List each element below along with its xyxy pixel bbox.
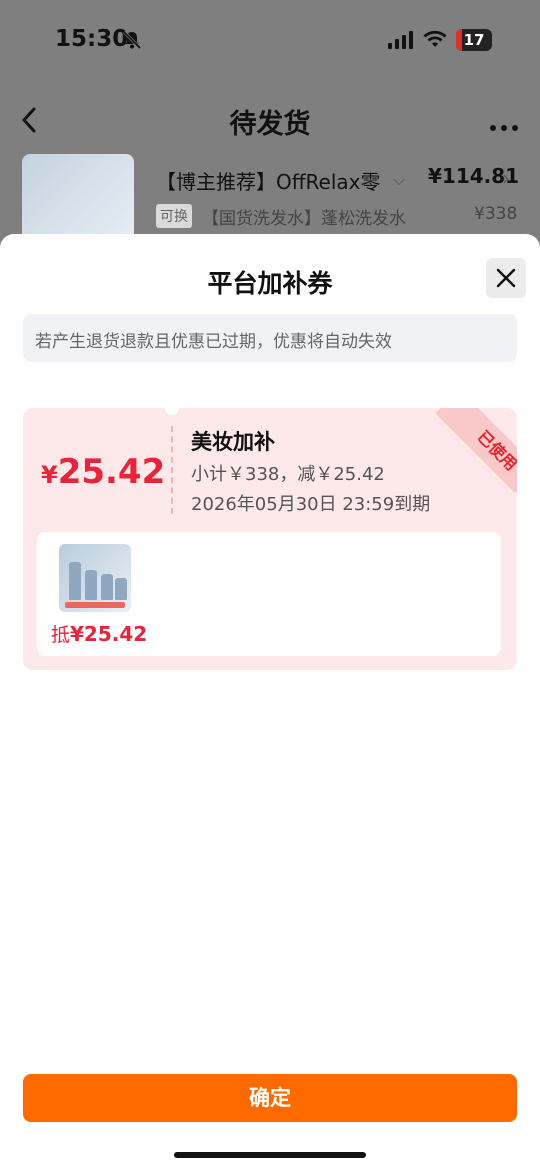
- coupon-product-image: [59, 544, 131, 612]
- more-options-icon[interactable]: [490, 116, 523, 135]
- coupon-notch: [165, 408, 179, 415]
- close-button[interactable]: [486, 258, 526, 298]
- sheet-title: 平台加补券: [207, 269, 333, 298]
- order-product-title: 【博主推荐】OffRelax零: [156, 170, 381, 194]
- used-stamp-label: 已使用: [435, 408, 517, 492]
- notice-text: 若产生退货退款且优惠已过期，优惠将自动失效: [35, 332, 392, 352]
- coupon-sheet: 平台加补券 若产生退货退款且优惠已过期，优惠将自动失效 ¥25.42 美妆加补 …: [0, 234, 540, 1170]
- silent-bell-icon: [122, 30, 142, 50]
- cellular-signal-icon: [388, 31, 413, 49]
- wifi-icon: [423, 30, 447, 47]
- coupon-deduct-amount: 抵¥25.42: [51, 620, 147, 647]
- close-icon: [496, 268, 516, 288]
- nav-bar: 待发货: [0, 92, 540, 148]
- coupon-product-list: 抵¥25.42: [37, 532, 501, 656]
- coupon-amount: ¥25.42: [41, 452, 165, 492]
- coupon-card[interactable]: ¥25.42 美妆加补 小计￥338，减￥25.42 2026年05月30日 2…: [23, 408, 517, 670]
- order-item[interactable]: 【博主推荐】OffRelax零 ⌵ ¥114.81 › 可换 【国货洗发水】蓬松…: [0, 152, 540, 244]
- notice-banner: 若产生退货退款且优惠已过期，优惠将自动失效: [23, 314, 517, 362]
- status-time: 15:30: [55, 26, 129, 52]
- order-sub-price: ¥338: [474, 204, 518, 224]
- coupon-currency: ¥: [41, 461, 58, 489]
- coupon-subtotal: 小计￥338，减￥25.42: [191, 464, 385, 485]
- coupon-expire: 2026年05月30日 23:59到期: [191, 494, 431, 515]
- home-indicator: [174, 1152, 366, 1158]
- order-sub-title: 【国货洗发水】蓬松洗发水: [202, 209, 406, 229]
- coupon-name: 美妆加补: [191, 430, 275, 454]
- deduct-label: 抵: [51, 624, 71, 646]
- swap-tag: 可换: [156, 204, 192, 228]
- chevron-down-icon[interactable]: ⌵: [393, 170, 405, 190]
- page-title: 待发货: [229, 109, 311, 140]
- status-bar: 15:30 17: [0, 0, 540, 80]
- deduct-value: ¥25.42: [70, 622, 148, 646]
- battery-low-segment: [456, 29, 462, 51]
- chevron-right-icon[interactable]: ›: [502, 166, 510, 190]
- order-product-image: [22, 154, 134, 244]
- coupon-amount-value: 25.42: [57, 452, 166, 492]
- confirm-button[interactable]: 确定: [23, 1074, 517, 1122]
- coupon-divider: [171, 426, 173, 514]
- used-stamp: 已使用: [433, 408, 517, 492]
